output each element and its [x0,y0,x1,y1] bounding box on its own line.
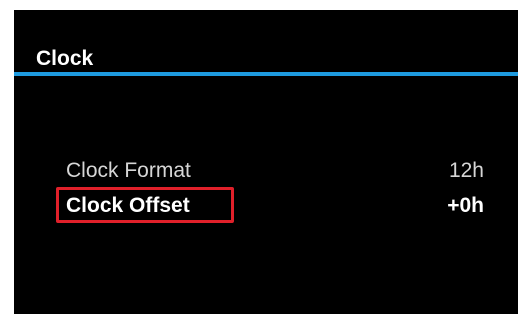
page-title: Clock [36,47,94,70]
settings-screen: Clock Clock Format 12h Clock Offset +0h [14,10,518,314]
menu-item-value: +0h [447,194,484,217]
menu-item-label: Clock Format [66,159,191,182]
menu-item-label: Clock Offset [66,194,190,217]
menu-item-value: 12h [448,159,484,182]
menu-item-clock-format[interactable]: Clock Format 12h [52,155,484,187]
screen-header: Clock [14,10,518,76]
menu-item-clock-offset[interactable]: Clock Offset +0h [52,187,484,223]
header-divider [14,72,518,76]
